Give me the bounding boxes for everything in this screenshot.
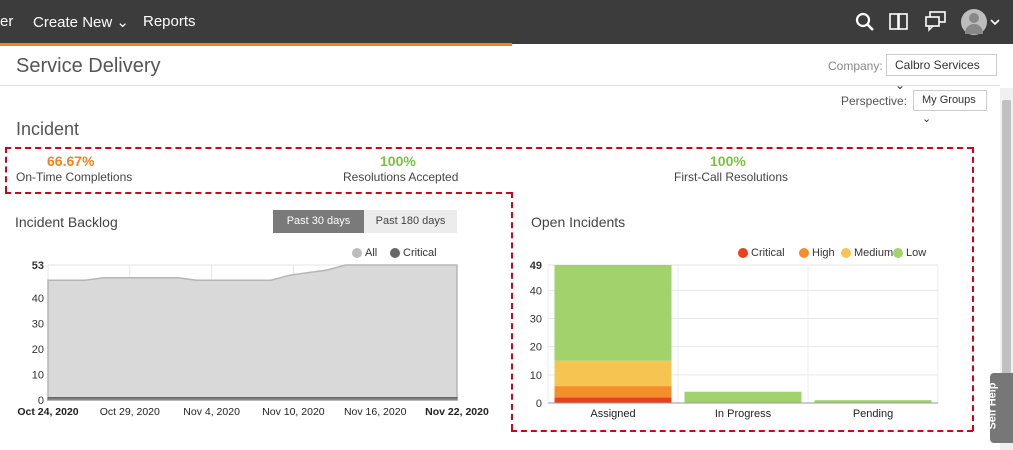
backlog-x-tick: Nov 16, 2020 <box>344 406 407 418</box>
first-call-resolutions-label: First-Call Resolutions <box>674 170 789 184</box>
backlog-x-tick: Nov 10, 2020 <box>262 406 325 418</box>
page-title: Service Delivery <box>16 55 161 77</box>
backlog-x-tick: Nov 22, 2020 <box>425 406 489 418</box>
annotation-border-bottom <box>511 430 973 432</box>
first-call-resolutions-value: 100% <box>710 153 746 169</box>
backlog-series-all-area <box>47 264 458 401</box>
open-y-tick: 0 <box>536 398 542 410</box>
backlog-x-tick: Oct 24, 2020 <box>17 406 78 418</box>
annotation-border-top <box>5 147 973 149</box>
annotation-border-left <box>5 147 7 192</box>
open-y-tick: 20 <box>530 342 542 354</box>
avatar-body <box>965 24 983 34</box>
past-180-days-button[interactable]: Past 180 days <box>364 210 457 233</box>
incident-backlog-chart: 01020304053Oct 24, 2020 Oct 29, 2020 Nov 4… <box>17 260 489 418</box>
open-x-tick: Pending <box>853 408 893 420</box>
book-icon[interactable] <box>888 12 910 32</box>
open-y-tick: 10 <box>530 370 542 382</box>
backlog-y-tick: 30 <box>32 319 44 331</box>
open-y-tick: 49 <box>530 260 542 272</box>
resolutions-accepted-label: Resolutions Accepted <box>343 170 459 184</box>
open-bar-medium-assigned <box>554 360 672 387</box>
backlog-y-tick: 20 <box>32 344 44 356</box>
chat-icon[interactable] <box>924 10 948 32</box>
open-x-tick: Assigned <box>590 408 635 420</box>
annotation-border-right <box>972 147 974 431</box>
open-incidents-title: Open Incidents <box>531 214 626 230</box>
company-select[interactable]: Calbro Services ⌄ <box>886 54 997 92</box>
nav-item-reports[interactable]: Reports <box>143 13 196 30</box>
nav-accent-line <box>0 43 512 46</box>
open-bar-critical-assigned <box>554 397 672 403</box>
perspective-select[interactable]: My Groups ⌄ <box>913 90 987 125</box>
chevron-down-icon[interactable] <box>990 18 1000 26</box>
backlog-y-tick: 10 <box>32 370 44 382</box>
self-help-label: Self Help <box>986 382 999 430</box>
open-bar-low-assigned <box>554 265 672 361</box>
backlog-y-tick: 53 <box>32 260 44 272</box>
annotation-border-mid <box>5 192 512 194</box>
backlog-x-tick: Nov 4, 2020 <box>183 406 240 418</box>
open-bar-high-assigned <box>554 386 672 398</box>
on-time-completions-value: 66.67% <box>47 153 95 169</box>
perspective-label: Perspective: <box>841 94 908 108</box>
incident-section-title: Incident <box>16 119 80 139</box>
annotation-border-inner-left <box>511 192 513 430</box>
past-30-days-button[interactable]: Past 30 days <box>273 210 364 233</box>
search-icon[interactable] <box>855 12 875 32</box>
open-y-tick: 40 <box>530 285 542 297</box>
nav-item-create-new[interactable]: Create New ⌄ <box>33 13 129 31</box>
incident-backlog-title: Incident Backlog <box>15 214 118 230</box>
open-bar-low-in-progress <box>684 391 802 403</box>
on-time-completions-label: On-Time Completions <box>16 170 133 184</box>
company-label: Company: <box>828 59 883 73</box>
top-nav-bar: er Create New ⌄ Reports <box>0 0 1013 46</box>
avatar[interactable] <box>961 9 987 35</box>
open-incidents-chart: 0 10 20 30 40 49 Assigned In Progress Pending <box>530 260 939 420</box>
avatar-head <box>969 13 979 23</box>
self-help-tab[interactable]: Self Help <box>986 373 1013 443</box>
backlog-x-tick: Oct 29, 2020 <box>100 406 160 418</box>
header-divider <box>0 85 1000 86</box>
resolutions-accepted-value: 100% <box>380 153 416 169</box>
open-y-tick: 30 <box>530 314 542 326</box>
open-x-tick: In Progress <box>715 408 772 420</box>
nav-item-truncated[interactable]: er <box>0 13 13 30</box>
backlog-y-tick: 40 <box>32 293 44 305</box>
